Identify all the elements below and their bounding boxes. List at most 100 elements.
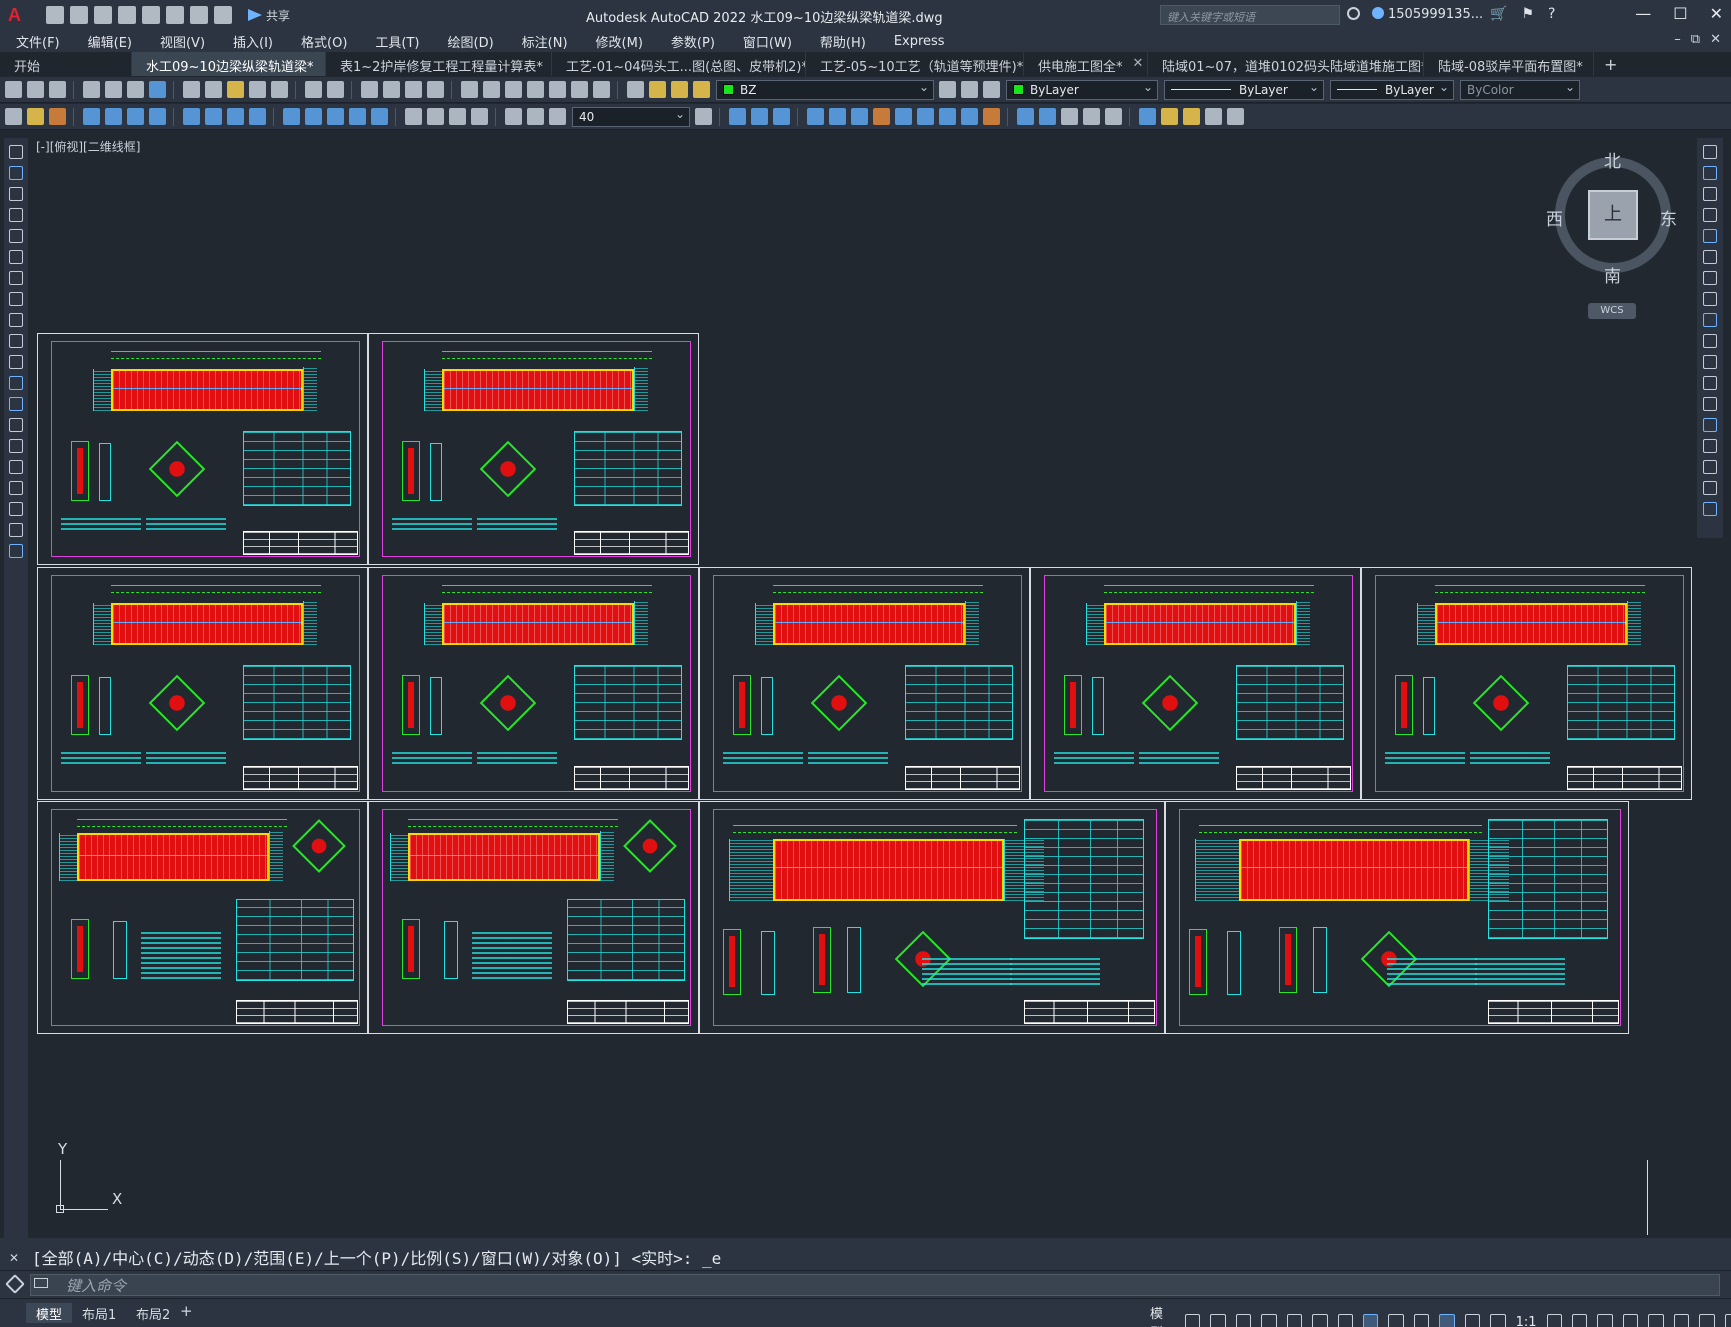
quick-dimension-icon[interactable] xyxy=(283,108,300,125)
menu-dimension[interactable]: 标注(N) xyxy=(522,32,568,51)
audit-icon[interactable] xyxy=(1227,108,1244,125)
ordinate-dimension-icon[interactable] xyxy=(149,108,166,125)
menu-modify[interactable]: 修改(M) xyxy=(596,32,643,51)
join-icon[interactable] xyxy=(1703,418,1717,432)
clean-screen-icon[interactable] xyxy=(1699,1314,1715,1327)
table-icon[interactable] xyxy=(9,502,23,516)
import-icon[interactable] xyxy=(27,108,44,125)
customization-icon[interactable] xyxy=(1724,1314,1731,1327)
stretch-icon[interactable] xyxy=(873,108,890,125)
object-snap-icon[interactable] xyxy=(1388,1314,1404,1327)
tab-model[interactable]: 模型 xyxy=(26,1303,73,1323)
arc-icon[interactable] xyxy=(9,250,23,264)
share-button[interactable]: 共享 xyxy=(248,7,290,24)
baseline-dimension-icon[interactable] xyxy=(305,108,322,125)
compass-south[interactable]: 南 xyxy=(1604,262,1621,287)
tab-layout2[interactable]: 布局2 xyxy=(126,1303,180,1323)
isolate-objects-icon[interactable] xyxy=(1648,1314,1664,1327)
extend-icon[interactable] xyxy=(1703,355,1717,369)
explode-icon[interactable] xyxy=(1703,502,1717,516)
dimension-update-icon[interactable] xyxy=(549,108,566,125)
web-mobile-icon[interactable] xyxy=(142,6,160,24)
hardware-acceleration-icon[interactable] xyxy=(1673,1314,1690,1327)
grid-icon[interactable] xyxy=(1184,1314,1201,1327)
save-all-icon[interactable] xyxy=(5,108,22,125)
model-space-button[interactable]: 模型 xyxy=(1150,1303,1175,1327)
layer-states-icon[interactable] xyxy=(983,81,1000,98)
rotate-icon[interactable] xyxy=(1703,271,1717,285)
erase-icon[interactable] xyxy=(1039,108,1056,125)
paste-icon[interactable] xyxy=(227,81,244,98)
sheet-set-icon[interactable] xyxy=(527,81,544,98)
revision-cloud-icon[interactable] xyxy=(9,292,23,306)
open-icon[interactable] xyxy=(70,6,88,24)
menu-help[interactable]: 帮助(H) xyxy=(820,32,866,51)
add-selected-icon[interactable] xyxy=(9,544,23,558)
move-icon[interactable] xyxy=(1703,250,1717,264)
infer-constraints-icon[interactable] xyxy=(1235,1314,1252,1327)
user-account[interactable]: 1505999135... xyxy=(1372,7,1483,22)
line-icon[interactable] xyxy=(9,145,23,159)
menu-draw[interactable]: 绘图(D) xyxy=(448,32,494,51)
menu-view[interactable]: 视图(V) xyxy=(160,32,205,51)
offset-icon[interactable] xyxy=(1703,208,1717,222)
menu-insert[interactable]: 插入(I) xyxy=(233,32,273,51)
dimension-space-icon[interactable] xyxy=(349,108,366,125)
help-icon[interactable]: ? xyxy=(1548,6,1555,22)
dimension-edit-icon[interactable] xyxy=(505,108,522,125)
aligned-dimension-icon[interactable] xyxy=(105,108,122,125)
viewport-controls[interactable]: [-][俯视][二维线框] xyxy=(36,138,140,155)
viewcube-face[interactable]: 上 xyxy=(1588,190,1638,240)
layer-freeze-icon[interactable] xyxy=(671,81,688,98)
plot-icon[interactable] xyxy=(83,81,100,98)
menu-file[interactable]: 文件(F) xyxy=(16,32,60,51)
gradient-icon[interactable] xyxy=(9,460,23,474)
layer-properties-icon[interactable] xyxy=(627,81,644,98)
menu-tools[interactable]: 工具(T) xyxy=(375,32,419,51)
ungroup-icon[interactable] xyxy=(1183,108,1200,125)
rotate-icon[interactable] xyxy=(829,108,846,125)
zoom-realtime-icon[interactable] xyxy=(383,81,400,98)
dimension-text-edit-icon[interactable] xyxy=(527,108,544,125)
dimension-scale-dropdown[interactable]: 40 xyxy=(572,106,690,127)
compass-north[interactable]: 北 xyxy=(1604,147,1621,172)
array-icon[interactable] xyxy=(1061,108,1078,125)
tab-drawing[interactable]: 陆域01~07，道堆0102码头陆域道堆施工图*✕ xyxy=(1148,52,1424,76)
pan-icon[interactable] xyxy=(361,81,378,98)
spline-icon[interactable] xyxy=(9,313,23,327)
snap-icon[interactable] xyxy=(1210,1314,1226,1327)
insert-block-icon[interactable] xyxy=(9,376,23,390)
tab-start[interactable]: 开始 xyxy=(0,52,132,76)
search-input[interactable]: 键入关键字或短语 xyxy=(1160,5,1340,25)
lengthen-icon[interactable] xyxy=(1105,108,1122,125)
dimension-break-icon[interactable] xyxy=(371,108,388,125)
continue-dimension-icon[interactable] xyxy=(327,108,344,125)
open-icon[interactable] xyxy=(27,81,44,98)
tool-palettes-icon[interactable] xyxy=(505,81,522,98)
group-icon[interactable] xyxy=(1161,108,1178,125)
dimension-style-icon[interactable] xyxy=(695,108,712,125)
match-properties-icon[interactable] xyxy=(249,81,266,98)
isodraft-icon[interactable] xyxy=(1337,1314,1354,1327)
chamfer-icon[interactable] xyxy=(983,108,1000,125)
copy-object-icon[interactable] xyxy=(729,108,746,125)
auto-scale-icon[interactable] xyxy=(1464,1314,1481,1327)
fillet-icon[interactable] xyxy=(1083,108,1100,125)
make-current-layer-icon[interactable] xyxy=(939,81,956,98)
close-icon[interactable]: ✕ xyxy=(1710,4,1723,23)
inspection-icon[interactable] xyxy=(449,108,466,125)
block-editor-icon[interactable] xyxy=(271,81,288,98)
autodesk-icon[interactable]: ⚑ xyxy=(1521,6,1534,22)
calculator-icon[interactable] xyxy=(571,81,588,98)
copy-icon[interactable] xyxy=(1703,166,1717,180)
circle-icon[interactable] xyxy=(9,271,23,285)
point-icon[interactable] xyxy=(9,418,23,432)
mirror-icon[interactable] xyxy=(1703,187,1717,201)
linear-dimension-icon[interactable] xyxy=(83,108,100,125)
help-icon[interactable] xyxy=(593,81,610,98)
tab-active-drawing[interactable]: 水工09~10边梁纵梁轨道梁*✕ xyxy=(132,52,326,76)
new-icon[interactable] xyxy=(5,81,22,98)
explode-icon[interactable] xyxy=(1017,108,1034,125)
draworder-icon[interactable] xyxy=(1139,108,1156,125)
ortho-icon[interactable] xyxy=(1286,1314,1303,1327)
